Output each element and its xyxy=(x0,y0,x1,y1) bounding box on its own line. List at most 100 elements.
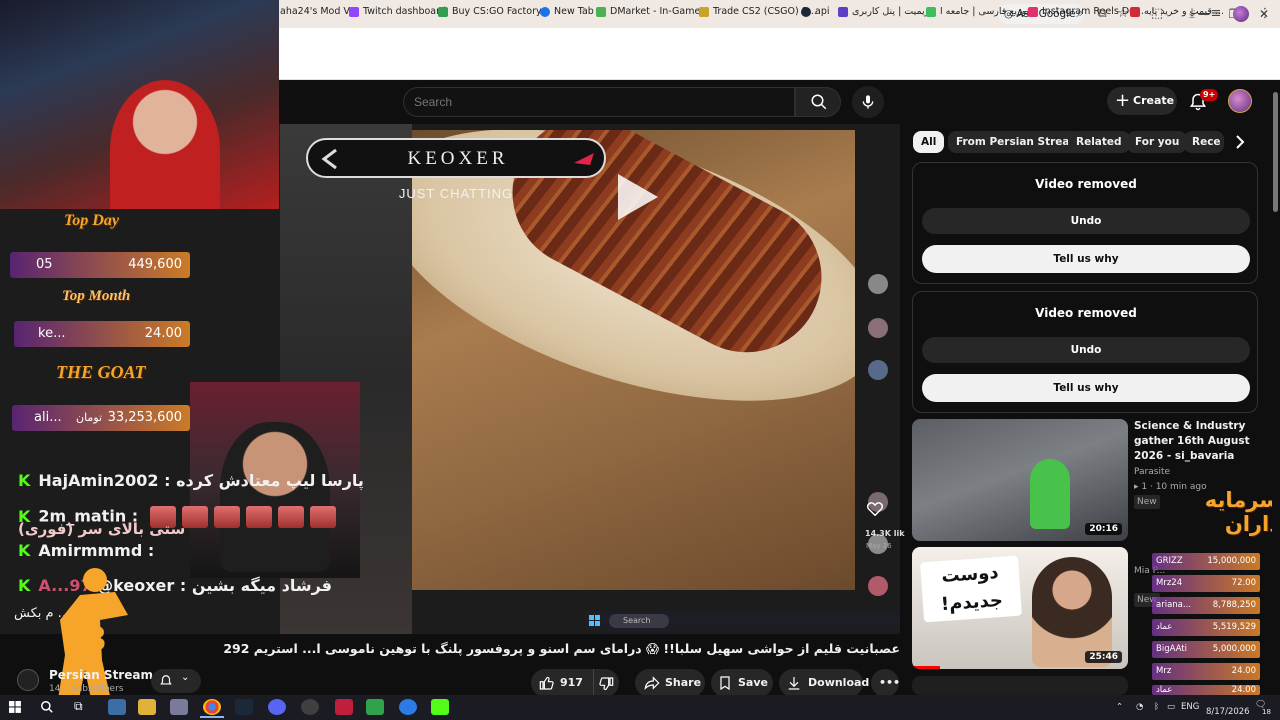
taskbar-search-icon[interactable] xyxy=(40,700,54,714)
top-month-label: Top Month xyxy=(62,288,131,304)
dislike-button[interactable] xyxy=(593,669,619,697)
kick-app-icon[interactable] xyxy=(431,699,449,715)
browser-profile-avatar[interactable] xyxy=(1233,6,1249,22)
emote-icon xyxy=(309,506,336,528)
chat-message: K Amirmmmd : xyxy=(18,541,155,560)
more-actions-button[interactable]: ••• xyxy=(871,669,901,697)
top-day-value: 449,600 xyxy=(128,257,182,272)
bookmark-item[interactable]: Twitch dashboard xyxy=(349,4,446,20)
streamer-person xyxy=(110,80,220,209)
undo-button[interactable]: Undo xyxy=(922,208,1250,234)
account-avatar[interactable] xyxy=(1228,89,1252,113)
notification-badge: 9+ xyxy=(1200,89,1219,101)
tell-us-why-button[interactable]: Tell us why xyxy=(922,374,1250,402)
bookmark-favicon xyxy=(1130,7,1140,17)
bookmark-item[interactable]: New Tab xyxy=(540,4,594,20)
like-dislike-group: 917 xyxy=(531,669,619,697)
chat-text: @keoxer : فرشاد میگه بشین xyxy=(97,576,333,595)
search-button[interactable] xyxy=(795,87,841,117)
tray-chevron-icon[interactable]: ⌃ xyxy=(1116,702,1123,712)
app-icon[interactable] xyxy=(335,699,353,715)
bookmark-item[interactable]: Trade CS2 (CSGO) S... xyxy=(699,4,817,20)
language-indicator[interactable]: ENG xyxy=(1181,702,1199,712)
goat-name: ali... xyxy=(34,410,62,425)
bluetooth-icon[interactable]: ᛒ xyxy=(1154,702,1159,712)
create-button[interactable]: + Create xyxy=(1107,87,1177,115)
subscribe-notify-button[interactable]: ⌄ xyxy=(151,669,201,693)
file-explorer-icon[interactable] xyxy=(138,699,156,715)
bookmark-item[interactable]: aha24's Mod V... xyxy=(280,4,358,20)
donor-row: Mrz24 72.00 xyxy=(1152,575,1260,592)
filter-chip-related[interactable]: Related xyxy=(1068,131,1130,153)
windows-start-icon[interactable] xyxy=(9,701,22,714)
bookmark-item[interactable]: توزیع فارسی | جامعه ا... xyxy=(926,4,1038,20)
video-thumbnail[interactable]: دوست جدیدم! 25:46 xyxy=(912,547,1128,669)
steam-icon[interactable] xyxy=(235,699,253,715)
top-day-name: 05 xyxy=(36,257,53,272)
channel-name[interactable]: Persian Stream xyxy=(49,668,153,682)
app-icon[interactable] xyxy=(399,699,417,715)
channel-avatar[interactable] xyxy=(17,669,39,691)
download-button[interactable]: Download xyxy=(779,669,869,697)
app-icon[interactable] xyxy=(366,699,384,715)
search-box[interactable] xyxy=(403,87,795,117)
bookmark-item[interactable]: قیمت و خرید پایه ... xyxy=(1130,4,1224,20)
stream-taskbar-search: Search xyxy=(609,614,669,628)
side-like-count: 14.3K lik xyxy=(865,529,905,538)
bookmark-item[interactable]: DMarket - In-Game... xyxy=(596,4,709,20)
filter-chip-all[interactable]: All xyxy=(913,131,945,153)
app-icon[interactable] xyxy=(108,699,126,715)
bookmark-favicon xyxy=(438,7,448,17)
chevron-right-icon[interactable] xyxy=(1228,131,1252,153)
store-icon[interactable] xyxy=(170,699,188,715)
guest-person xyxy=(220,422,330,572)
network-icon[interactable]: ◔ xyxy=(1136,702,1143,712)
undo-button[interactable]: Undo xyxy=(922,337,1250,363)
play-icon[interactable] xyxy=(614,172,660,222)
clock-date[interactable]: 8/17/2026 xyxy=(1206,707,1250,717)
bookmark-item[interactable]: Instagram Reels Do... xyxy=(1028,4,1144,20)
save-button[interactable]: Save xyxy=(711,669,773,697)
bookmark-item[interactable]: api xyxy=(801,4,830,20)
task-view-icon[interactable]: ⧉ xyxy=(74,699,83,714)
bookmark-item[interactable]: ریمیت | پنل کاربری xyxy=(838,4,929,20)
chat-username: HajAmin2002 xyxy=(38,471,159,490)
browser-menu-icon[interactable]: ⋮ xyxy=(1256,5,1274,23)
profile-icon xyxy=(868,274,888,294)
removed-video-card: Video removed Undo Tell us why xyxy=(912,291,1258,413)
filter-chip-recent[interactable]: Rece xyxy=(1184,131,1224,153)
download-icon xyxy=(788,677,800,690)
removed-video-card: Video removed Undo Tell us why xyxy=(912,162,1258,284)
filter-chip-for-you[interactable]: For you xyxy=(1127,131,1188,153)
top-month-name: ke... xyxy=(38,326,66,341)
windows-taskbar xyxy=(0,695,1280,720)
kick-icon: K xyxy=(18,576,31,595)
more-dots-icon: ••• xyxy=(879,676,901,689)
like-button[interactable]: 917 xyxy=(531,669,587,697)
chrome-icon[interactable] xyxy=(203,699,221,715)
bookmark-favicon xyxy=(926,7,936,17)
tell-us-why-button[interactable]: Tell us why xyxy=(922,245,1250,273)
streamer-banner: KEOXER xyxy=(306,138,606,178)
tray-icon[interactable]: ▭ xyxy=(1167,702,1175,712)
active-app-indicator xyxy=(200,716,224,718)
watch-progress xyxy=(912,666,940,669)
discord-icon[interactable] xyxy=(268,699,286,715)
video-thumbnail[interactable]: 20:16 xyxy=(912,419,1128,541)
share-button[interactable]: Share xyxy=(635,669,705,697)
obs-icon[interactable] xyxy=(301,699,319,715)
profile-icon xyxy=(868,576,888,596)
chat-text-overlay: ستی بالای سر (فوری) xyxy=(18,520,186,538)
search-input[interactable] xyxy=(404,88,794,116)
removed-title: Video removed xyxy=(1035,177,1137,191)
stream-taskbar: Search xyxy=(585,611,900,631)
the-goat-bar: ali... تومان 33,253,600 xyxy=(12,405,190,431)
video-title: عصبانیت قلیم از حواشی سهیل سلبا!! 😱 درام… xyxy=(223,641,900,656)
voice-search-button[interactable] xyxy=(852,86,884,118)
scrollbar-thumb[interactable] xyxy=(1273,92,1278,212)
recommendation-channel[interactable]: Parasite xyxy=(1134,465,1170,479)
video-thumbnail[interactable] xyxy=(912,676,1128,695)
side-date: May 26 xyxy=(866,542,892,550)
more-options-icon[interactable]: ⋮ xyxy=(1234,420,1246,434)
bookmark-item[interactable]: Buy CS:GO Factory... xyxy=(438,4,549,20)
